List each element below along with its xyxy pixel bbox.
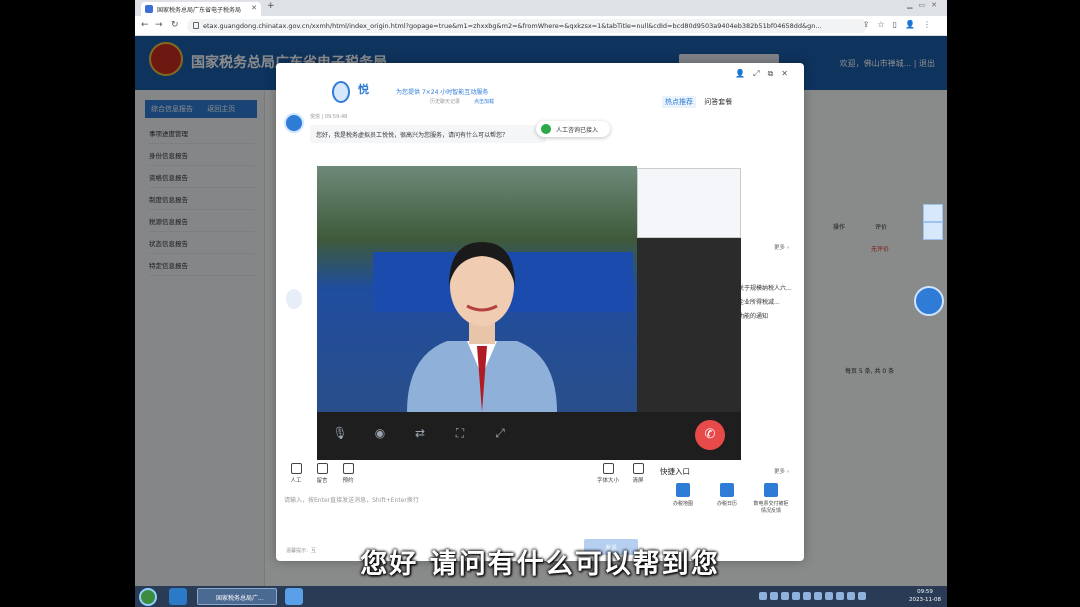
appointment-button[interactable]: 预约 xyxy=(336,463,360,484)
assistant-avatar-icon[interactable] xyxy=(914,286,944,316)
chat-dialog: 悦 为您提供 7×24 小时智能互动服务 历史聊天记录 点击加载 👤⤢⧉✕ 热点… xyxy=(276,63,804,561)
quick-map[interactable]: 办税地图 xyxy=(664,483,702,507)
video-subtitle: 您好 请问有什么可以帮到您 xyxy=(360,549,720,580)
edit-icon xyxy=(316,463,328,474)
message-button[interactable]: 留言 xyxy=(310,463,334,484)
chat-brand: 悦 xyxy=(358,83,369,96)
switch-icon[interactable]: ⇄ xyxy=(411,426,429,444)
chat-slogan: 为您提供 7×24 小时智能互动服务 xyxy=(396,89,489,96)
chat-input[interactable]: 请输入，按Enter直接发送消息，Shift+Enter换行 xyxy=(284,495,419,504)
eraser-icon xyxy=(632,463,644,474)
toast-text: 人工咨询已接入 xyxy=(556,127,599,134)
start-button-icon[interactable] xyxy=(139,588,157,606)
quick-label: 办税日历 xyxy=(716,501,737,507)
system-tray[interactable] xyxy=(759,592,899,601)
agent-connected-toast: 人工咨询已接入 xyxy=(536,121,610,137)
quick-invoice[interactable]: 数电票交付被拒情况反馈 xyxy=(752,483,790,514)
calendar-icon xyxy=(720,483,734,497)
bot-meta: 悦悦 | 09:59:48 xyxy=(310,114,348,120)
tool-label: 清屏 xyxy=(632,478,644,484)
app-icon[interactable] xyxy=(285,588,303,605)
history-text: 历史聊天记录 xyxy=(430,99,461,105)
agent-video-image xyxy=(407,242,557,412)
reload-icon[interactable]: ↻ xyxy=(171,20,179,30)
quick-title: 快捷入口 xyxy=(660,467,690,476)
taskbar-task-label: 国家税务总局广... xyxy=(216,595,264,602)
camera-icon[interactable]: ◉ xyxy=(371,426,389,444)
self-view-thumbnail xyxy=(637,168,741,238)
video-controls: 🎙 ◉ ⇄ ⛶ ⤢ ✆ xyxy=(317,412,741,460)
tool-label: 字体大小 xyxy=(596,478,619,484)
browser-tools-icons[interactable]: ⇪☆▯👤⋮ xyxy=(863,20,939,29)
clear-button[interactable]: 清屏 xyxy=(626,463,650,484)
tool-label: 预约 xyxy=(342,478,354,484)
tool-label: 人工 xyxy=(290,478,302,484)
quick-calendar[interactable]: 办税日历 xyxy=(708,483,746,507)
address-bar-row: ← → ↻ etax.guangdong.chinatax.gov.cn/xxm… xyxy=(135,16,947,36)
check-icon xyxy=(541,124,551,134)
expand-icon[interactable]: ⤢ xyxy=(491,426,509,444)
ie-icon[interactable] xyxy=(169,588,187,605)
invoice-icon xyxy=(764,483,778,497)
hangup-button[interactable]: ✆ xyxy=(695,420,725,450)
load-history-link[interactable]: 点击加载 xyxy=(474,98,494,105)
more-link[interactable]: 更多 › xyxy=(774,243,789,251)
bot-avatar-icon xyxy=(284,113,304,133)
taskbar-chrome-task[interactable]: 国家税务总局广... xyxy=(197,588,277,605)
calendar-icon xyxy=(342,463,354,474)
back-icon[interactable]: ← xyxy=(141,20,149,30)
taskbar: 国家税务总局广... 09:59 2023-11-08 xyxy=(135,586,947,607)
font-icon xyxy=(602,463,614,474)
favicon-icon xyxy=(145,5,153,13)
fullscreen-icon[interactable]: ⛶ xyxy=(451,426,469,444)
headset-icon xyxy=(290,463,302,474)
window-controls[interactable]: ▁▭✕ xyxy=(907,1,943,9)
new-tab-icon[interactable]: + xyxy=(267,1,275,11)
clock[interactable]: 09:59 2023-11-08 xyxy=(909,588,941,604)
browser-tabbar: 国家税务总局广东省电子税务局 ✕ + ▁▭✕ xyxy=(135,0,947,16)
human-agent-button[interactable]: 人工 xyxy=(284,463,308,484)
quick-label: 办税地图 xyxy=(672,501,693,507)
lock-icon xyxy=(193,22,199,29)
clock-time: 09:59 xyxy=(917,589,933,595)
video-side-panel xyxy=(637,238,741,412)
more-link[interactable]: 更多 › xyxy=(774,467,789,475)
video-feed xyxy=(317,166,637,412)
font-size-button[interactable]: 字体大小 xyxy=(596,463,620,484)
browser-tab-title: 国家税务总局广东省电子税务局 xyxy=(157,7,242,14)
dialog-controls[interactable]: 👤⤢⧉✕ xyxy=(735,69,796,79)
clock-date: 2023-11-08 xyxy=(909,597,941,603)
mascot-icon xyxy=(332,81,350,103)
hot-item[interactable]: 关于规模纳税人六... xyxy=(738,283,792,292)
quick-label: 数电票交付被拒情况反馈 xyxy=(753,501,789,514)
hot-item[interactable]: 功能的通知 xyxy=(738,311,768,320)
close-tab-icon[interactable]: ✕ xyxy=(251,4,257,12)
bot-message: 您好，我是税务虚拟员工悦悦，很高兴为您服务，请问有什么可以帮您？ xyxy=(310,125,546,143)
hot-item[interactable]: 企业所得税减... xyxy=(738,297,780,306)
url-text: etax.guangdong.chinatax.gov.cn/xxmh/html… xyxy=(203,22,822,30)
microphone-icon[interactable]: 🎙 xyxy=(331,426,349,444)
url-input[interactable]: etax.guangdong.chinatax.gov.cn/xxmh/html… xyxy=(187,19,867,33)
tool-label: 留言 xyxy=(316,478,328,484)
map-icon xyxy=(676,483,690,497)
float-up-icon[interactable] xyxy=(923,222,943,240)
agent-avatar-icon xyxy=(286,289,302,309)
browser-tab[interactable]: 国家税务总局广东省电子税务局 ✕ xyxy=(141,2,261,16)
float-cloud-icon[interactable] xyxy=(923,204,943,222)
right-tabs: 热点推荐 问答套餐 xyxy=(662,96,732,108)
forward-icon[interactable]: → xyxy=(155,20,163,30)
tab-faq[interactable]: 问答套餐 xyxy=(704,98,732,106)
tab-hot[interactable]: 热点推荐 xyxy=(662,96,696,108)
